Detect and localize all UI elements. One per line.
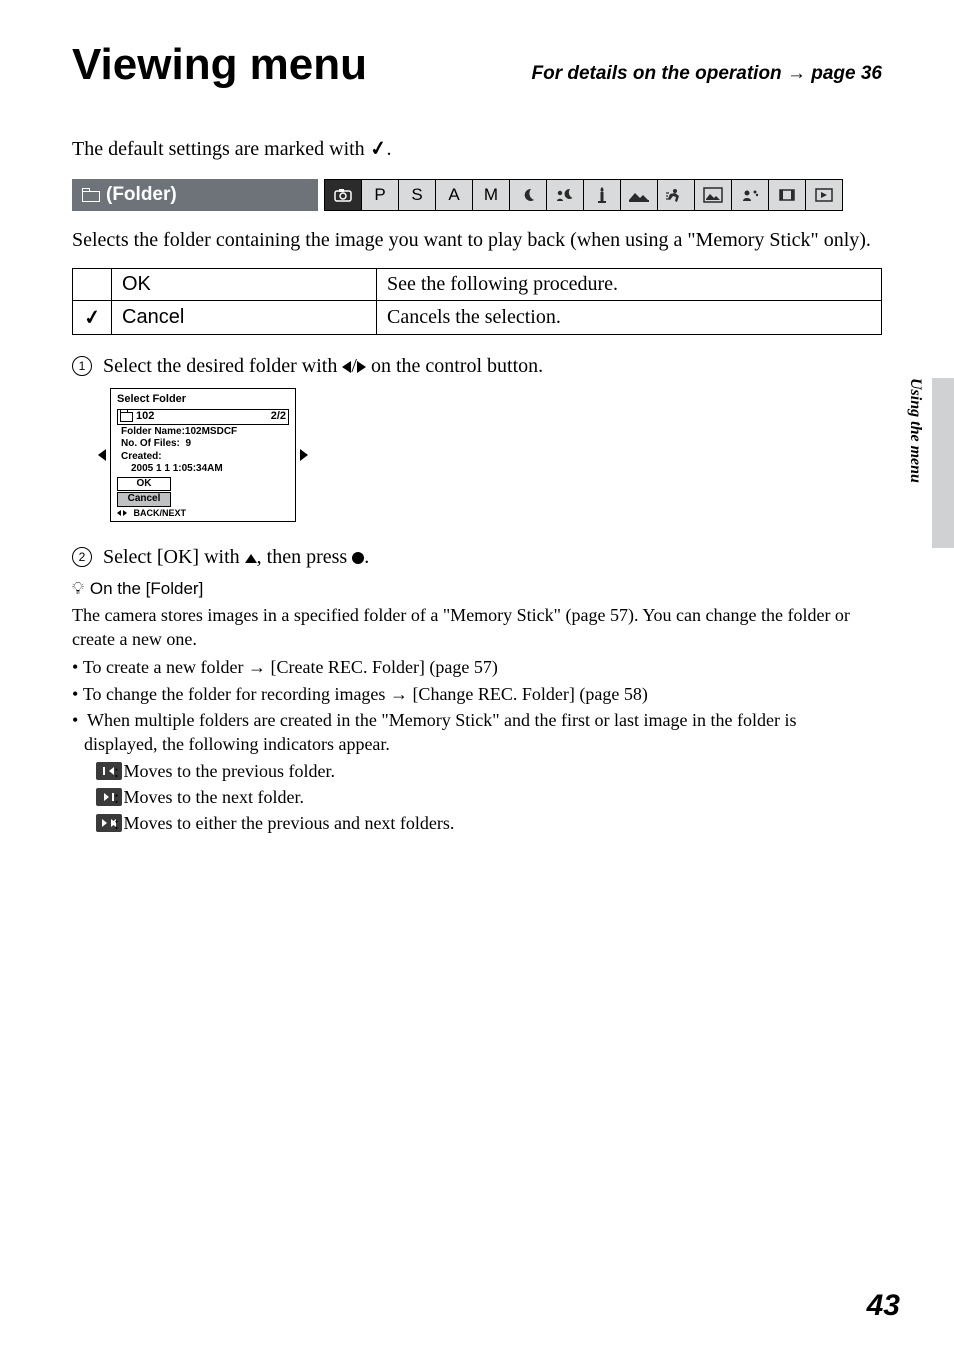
- option-desc: See the following procedure.: [377, 269, 882, 301]
- option-name: OK: [112, 269, 377, 301]
- mode-auto-icon: [325, 180, 362, 210]
- list-item: To create a new folder → [Create REC. Fo…: [72, 655, 882, 679]
- mode-moon-icon: [510, 180, 547, 210]
- lcd-created-value: 2005 1 1 1:05:34AM: [117, 463, 289, 476]
- lcd-left-arrow-icon: [98, 449, 106, 461]
- options-table: OK See the following procedure. ✓ Cancel…: [72, 268, 882, 335]
- lcd-folder-name: Folder Name:102MSDCF: [117, 426, 289, 439]
- list-item: When multiple folders are created in the…: [72, 708, 882, 835]
- default-marker-cell: [73, 269, 112, 301]
- center-button-icon: [352, 552, 364, 564]
- default-marker-cell: ✓: [73, 301, 112, 335]
- mode-sports-icon: [658, 180, 695, 210]
- table-row: OK See the following procedure.: [73, 269, 882, 301]
- mode-playback-icon: [806, 180, 842, 210]
- tip-body: The camera stores images in a specified …: [72, 603, 882, 836]
- table-row: ✓ Cancel Cancels the selection.: [73, 301, 882, 335]
- mode-movie-icon: [769, 180, 806, 210]
- page-number: 43: [867, 1289, 900, 1323]
- intro-text: The default settings are marked with ✓.: [72, 136, 882, 161]
- lcd-cancel-button: Cancel: [117, 492, 171, 507]
- lcd-ok-button: OK: [117, 477, 171, 492]
- lcd-file-count: No. Of Files: 9: [117, 438, 289, 451]
- mode-landscape-dusk-icon: [621, 180, 658, 210]
- lcd-right-arrow-icon: [300, 449, 308, 461]
- step-1: 1 Select the desired folder with / on th…: [72, 355, 882, 378]
- mode-portrait-icon: [732, 180, 769, 210]
- mode-a-icon: A: [436, 180, 473, 210]
- right-arrow-icon: [357, 361, 366, 373]
- side-tab-marker: [932, 378, 954, 548]
- option-name: Cancel: [112, 301, 377, 335]
- lcd-preview: Select Folder 102 2/2 Folder Name:102MSD…: [98, 388, 882, 522]
- step-number-icon: 1: [72, 356, 92, 376]
- mode-p-icon: P: [362, 180, 399, 210]
- mode-candle-icon: [584, 180, 621, 210]
- step-2: 2 Select [OK] with , then press .: [72, 546, 882, 569]
- mode-s-icon: S: [399, 180, 436, 210]
- page-title: Viewing menu: [72, 40, 367, 90]
- step-number-icon: 2: [72, 547, 92, 567]
- lcd-footer: BACK/NEXT: [117, 508, 289, 519]
- tip-heading: 💡︎ On the [Folder]: [72, 579, 882, 599]
- section-description: Selects the folder containing the image …: [72, 227, 882, 254]
- mini-folder-icon: [120, 412, 133, 422]
- mode-dial-strip: P S A M: [324, 179, 843, 211]
- page-subtitle: For details on the operation → page 36: [531, 63, 882, 85]
- lcd-created-label: Created:: [117, 451, 289, 464]
- up-arrow-icon: [245, 554, 257, 563]
- option-desc: Cancels the selection.: [377, 301, 882, 335]
- section-header-bar: (Folder) P S A M: [72, 179, 882, 211]
- default-check-icon: ✓: [368, 135, 388, 162]
- side-section-label: Using the menu: [906, 378, 924, 483]
- mode-m-icon: M: [473, 180, 510, 210]
- check-icon: ✓: [82, 304, 102, 331]
- lightbulb-icon: 💡︎: [72, 579, 84, 599]
- section-label: (Folder): [72, 179, 318, 211]
- folder-icon: [82, 188, 100, 202]
- mode-moon-person-icon: [547, 180, 584, 210]
- mode-landscape-icon: [695, 180, 732, 210]
- lcd-folder-row: 102 2/2: [117, 409, 289, 425]
- lcd-title: Select Folder: [117, 393, 289, 407]
- list-item: To change the folder for recording image…: [72, 682, 882, 706]
